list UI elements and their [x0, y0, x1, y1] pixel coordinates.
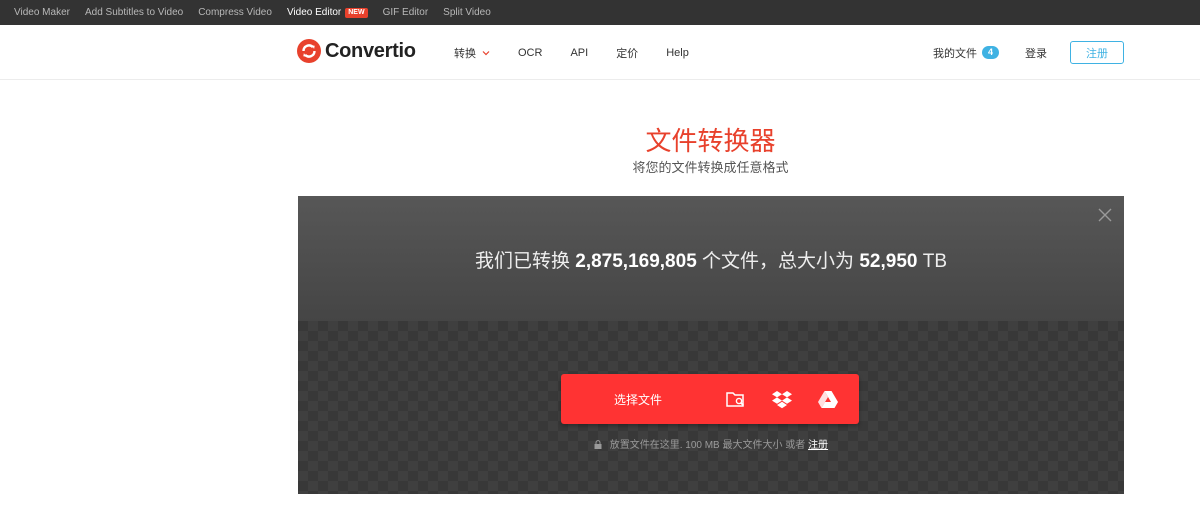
nav-item-pricing[interactable]: 定价 — [616, 45, 638, 61]
convertio-logo-icon — [297, 39, 321, 63]
nav-item-convert[interactable]: 转换 — [454, 45, 490, 61]
conversion-stats: 我们已转换 2,875,169,805 个文件，总大小为 52,950 TB — [298, 246, 1124, 273]
topbar-link-video-maker[interactable]: Video Maker — [14, 7, 70, 18]
lock-icon — [594, 440, 602, 449]
files-count-badge: 4 — [981, 46, 999, 59]
choose-files-label: 选择文件 — [613, 392, 662, 407]
login-link[interactable]: 登录 — [1025, 45, 1047, 61]
topbar-link-add-subtitles[interactable]: Add Subtitles to Video — [85, 7, 183, 18]
page-subtitle: 将您的文件转换成任意格式 — [632, 160, 789, 175]
topbar-link-video-editor-label: Video Editor — [286, 7, 342, 18]
choose-files-button[interactable]: 选择文件 — [561, 374, 859, 424]
nav-item-ocr[interactable]: OCR — [518, 47, 542, 59]
dropbox-icon[interactable] — [771, 388, 793, 410]
stats-files-count: 2,875,169,805 — [575, 251, 697, 272]
folder-search-icon[interactable] — [725, 388, 747, 410]
main-header: Convertio 转换 OCR API 定价 Help 我的文件 4 登录 注… — [0, 25, 1200, 80]
main-nav: 转换 OCR API 定价 Help — [454, 45, 717, 61]
drop-hint-text: 放置文件在这里. 100 MB 最大文件大小 或者 — [609, 440, 806, 451]
stats-unit: TB — [922, 251, 948, 272]
my-files-label: 我的文件 — [932, 47, 977, 60]
topbar-link-video-editor[interactable]: Video Editor NEW — [287, 7, 368, 18]
account-nav: 我的文件 4 登录 注册 — [933, 41, 1124, 64]
converter-panel: 我们已转换 2,875,169,805 个文件，总大小为 52,950 TB 选… — [298, 196, 1124, 494]
google-drive-icon[interactable] — [817, 388, 839, 410]
nav-item-api[interactable]: API — [570, 47, 588, 59]
drop-hint: 放置文件在这里. 100 MB 最大文件大小 或者 注册 — [298, 436, 1124, 451]
stats-middle: 个文件，总大小为 — [702, 251, 855, 272]
close-icon[interactable] — [1098, 208, 1112, 222]
stats-prefix: 我们已转换 — [474, 251, 570, 272]
hint-signup-link[interactable]: 注册 — [808, 440, 828, 451]
new-badge: NEW — [345, 7, 368, 18]
page-title: 文件转换器 — [645, 126, 776, 156]
logo[interactable]: Convertio — [297, 39, 416, 63]
top-utility-bar: Video Maker Add Subtitles to Video Compr… — [0, 0, 1200, 25]
topbar-link-compress-video[interactable]: Compress Video — [198, 7, 272, 18]
nav-item-convert-label: 转换 — [454, 48, 476, 60]
topbar-link-split-video[interactable]: Split Video — [443, 7, 491, 18]
chevron-down-icon — [482, 51, 490, 56]
logo-text: Convertio — [325, 39, 416, 62]
my-files-link[interactable]: 我的文件 4 — [933, 45, 999, 61]
topbar-link-gif-editor[interactable]: GIF Editor — [383, 7, 429, 18]
nav-item-help[interactable]: Help — [666, 47, 689, 59]
signup-button[interactable]: 注册 — [1070, 41, 1124, 64]
stats-total-size: 52,950 — [859, 251, 918, 272]
